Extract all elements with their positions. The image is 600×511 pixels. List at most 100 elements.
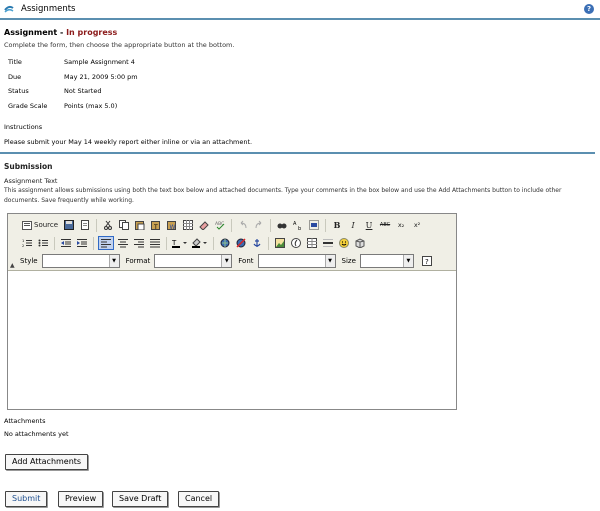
- assignment-info-table: Title Sample Assignment 4 Due May 21, 20…: [8, 58, 308, 116]
- save-icon[interactable]: [62, 218, 76, 232]
- rich-text-editor: Source T W ABC Ab B I U ABC x₂ x² 1 2 T …: [7, 213, 457, 410]
- strikethrough-button[interactable]: ABC: [378, 218, 392, 232]
- toolbar-separator: [93, 236, 94, 250]
- info-value: Points (max 5.0): [64, 101, 118, 110]
- format-select[interactable]: ▼: [154, 254, 233, 268]
- subscript-button[interactable]: x₂: [394, 218, 408, 232]
- info-row-grade-scale: Grade Scale Points (max 5.0): [8, 102, 308, 117]
- svg-text:T: T: [153, 224, 158, 230]
- help-icon[interactable]: ?: [420, 254, 434, 268]
- paste-text-icon[interactable]: T: [149, 218, 163, 232]
- align-justify-icon[interactable]: [148, 236, 162, 250]
- window-title: Assignments: [21, 4, 76, 14]
- svg-text:W: W: [170, 224, 176, 230]
- preview-button[interactable]: Preview: [58, 491, 104, 507]
- numbered-list-icon[interactable]: 12: [20, 236, 34, 250]
- toolbar-separator: [325, 218, 327, 232]
- toolbar-separator: [268, 236, 269, 250]
- align-right-icon[interactable]: [132, 236, 146, 250]
- instructions-label: Instructions: [4, 123, 43, 131]
- chevron-down-icon: ▼: [221, 255, 232, 267]
- save-draft-button[interactable]: Save Draft: [112, 491, 169, 507]
- instructions-text: Please submit your May 14 weekly report …: [4, 138, 253, 146]
- assignment-status: In progress: [66, 28, 118, 37]
- section-divider: [0, 152, 595, 154]
- smiley-icon[interactable]: [337, 236, 351, 250]
- svg-text:A: A: [293, 221, 297, 227]
- style-label: Style: [20, 257, 38, 265]
- font-label: Font: [238, 257, 254, 265]
- table-icon[interactable]: [181, 218, 195, 232]
- chevron-down-icon: ▼: [324, 255, 335, 267]
- collapse-toolbar-icon[interactable]: ▲: [10, 262, 15, 269]
- submit-button[interactable]: Submit: [5, 491, 48, 507]
- info-key: Status: [8, 87, 29, 95]
- select-all-icon[interactable]: [307, 218, 321, 232]
- source-button[interactable]: Source: [20, 218, 60, 232]
- svg-text:2: 2: [22, 244, 24, 248]
- link-icon[interactable]: [218, 236, 232, 250]
- add-attachments-button[interactable]: Add Attachments: [5, 454, 89, 470]
- size-label: Size: [341, 257, 356, 265]
- bold-button[interactable]: B: [330, 218, 344, 232]
- app-logo-icon: [4, 5, 14, 13]
- info-value: Sample Assignment 4: [64, 58, 135, 66]
- flash-icon[interactable]: [289, 236, 303, 250]
- cancel-button[interactable]: Cancel: [178, 491, 220, 507]
- undo-icon[interactable]: [236, 218, 250, 232]
- info-row-status: Status Not Started: [8, 87, 308, 102]
- toolbar-separator: [213, 236, 214, 250]
- svg-text:b: b: [298, 226, 301, 230]
- spellcheck-icon[interactable]: ABC: [213, 218, 227, 232]
- new-page-icon[interactable]: [78, 218, 92, 232]
- info-value: Not Started: [64, 87, 102, 95]
- assignment-heading: Assignment - In progress: [4, 28, 117, 37]
- source-icon: [22, 220, 32, 230]
- no-attachments-text: No attachments yet: [4, 430, 69, 438]
- submission-description: This assignment allows submissions using…: [4, 187, 562, 204]
- font-select[interactable]: ▼: [257, 254, 336, 268]
- image-icon[interactable]: [273, 236, 287, 250]
- paste-icon[interactable]: [133, 218, 147, 232]
- size-select[interactable]: ▼: [359, 254, 414, 268]
- unlink-icon[interactable]: [234, 236, 248, 250]
- toolbar-separator: [96, 218, 98, 232]
- copy-icon[interactable]: [117, 218, 131, 232]
- toolbar-separator: [270, 218, 272, 232]
- title-bar: Assignments ?: [0, 0, 600, 20]
- outdent-icon[interactable]: [59, 236, 73, 250]
- align-left-icon[interactable]: [98, 236, 114, 250]
- cut-icon[interactable]: [101, 218, 115, 232]
- italic-button[interactable]: I: [346, 218, 360, 232]
- redo-icon[interactable]: [252, 218, 266, 232]
- assignment-heading-label: Assignment -: [4, 28, 67, 37]
- background-color-icon[interactable]: [191, 236, 209, 250]
- svg-text:T: T: [172, 239, 177, 247]
- toolbar-separator: [54, 236, 55, 250]
- underline-button[interactable]: U: [362, 218, 376, 232]
- info-key: Due: [8, 72, 22, 81]
- intro-text: Complete the form, then choose the appro…: [4, 41, 235, 49]
- submission-heading: Submission: [4, 162, 53, 171]
- insert-table-icon[interactable]: [305, 236, 319, 250]
- find-icon[interactable]: [275, 218, 289, 232]
- svg-text:ABC: ABC: [215, 221, 224, 227]
- indent-icon[interactable]: [75, 236, 89, 250]
- assignment-text-area[interactable]: [8, 271, 456, 409]
- info-row-due: Due May 21, 2009 5:00 pm: [8, 73, 308, 88]
- superscript-button[interactable]: x²: [410, 218, 424, 232]
- help-icon[interactable]: ?: [584, 4, 594, 14]
- info-value: May 21, 2009 5:00 pm: [64, 72, 138, 81]
- eraser-icon[interactable]: [197, 218, 211, 232]
- paste-word-icon[interactable]: W: [165, 218, 179, 232]
- bulleted-list-icon[interactable]: [36, 236, 50, 250]
- replace-icon[interactable]: Ab: [291, 218, 305, 232]
- horizontal-rule-icon[interactable]: [321, 236, 335, 250]
- style-select[interactable]: ▼: [41, 254, 120, 268]
- svg-text:1: 1: [22, 239, 24, 243]
- text-color-icon[interactable]: T: [171, 236, 189, 250]
- anchor-icon[interactable]: [250, 236, 264, 250]
- info-key: Title: [8, 58, 22, 66]
- align-center-icon[interactable]: [116, 236, 130, 250]
- special-char-icon[interactable]: [353, 236, 367, 250]
